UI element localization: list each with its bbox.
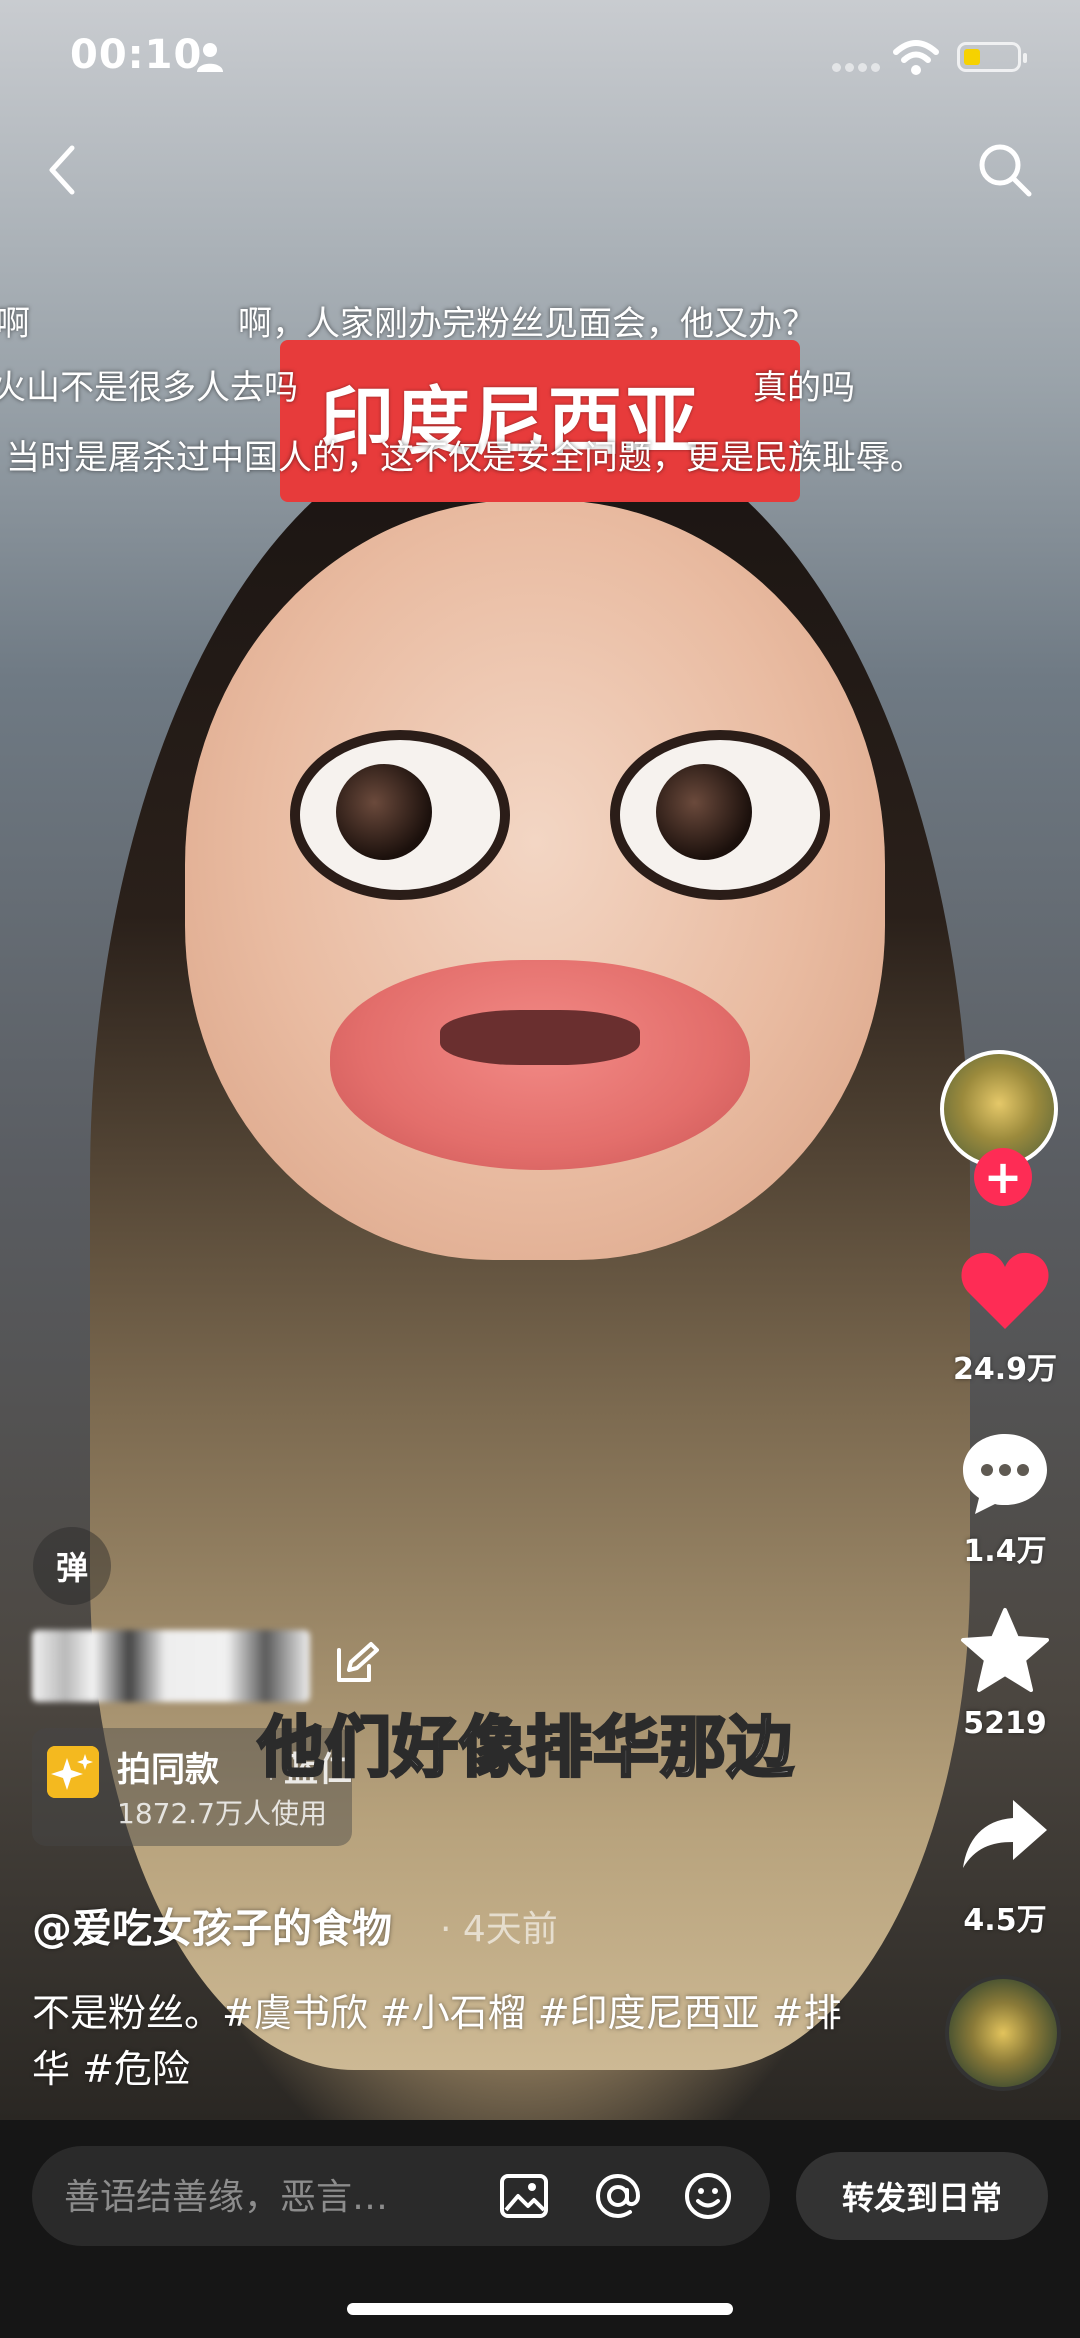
star-icon[interactable] — [957, 1606, 1053, 1696]
blurred-username — [32, 1630, 310, 1702]
plus-icon: + — [983, 1150, 1023, 1204]
danmaku-comment: 啊，人家刚办完粉丝见面会，他又办？ — [238, 304, 816, 344]
left-eye — [290, 730, 510, 900]
follow-plus-button[interactable]: + — [974, 1148, 1032, 1206]
share-icon[interactable] — [957, 1790, 1053, 1880]
edit-icon[interactable] — [333, 1640, 379, 1686]
post-time: · 4天前 — [440, 1909, 558, 1950]
danmaku-comment: 当时是屠杀过中国人的，这不仅是安全问题，更是民族耻辱。 — [6, 438, 924, 478]
heart-icon[interactable] — [957, 1245, 1053, 1335]
share-count: 4.5万 — [963, 1903, 1047, 1938]
template-title: 拍同款 — [117, 1750, 219, 1790]
comment-icon[interactable] — [957, 1428, 1053, 1518]
danmaku-comment: 真的吗 — [753, 368, 855, 408]
forward-to-daily-button[interactable]: 转发到日常 — [796, 2152, 1048, 2240]
person-icon — [197, 43, 223, 72]
mouth — [330, 960, 750, 1170]
comment-input[interactable] — [62, 2174, 466, 2220]
image-icon[interactable] — [498, 2170, 550, 2222]
danmaku-toggle-button[interactable]: 弹 — [33, 1527, 111, 1605]
danmaku-comment: 火山不是很多人去吗 — [0, 368, 298, 408]
comment-count: 1.4万 — [963, 1534, 1047, 1569]
back-arrow-icon[interactable] — [40, 140, 84, 200]
signal-icon — [832, 63, 880, 73]
status-bar: 00:10 — [0, 0, 1080, 120]
at-mention-icon[interactable] — [592, 2170, 644, 2222]
favorite-count: 5219 — [963, 1706, 1047, 1741]
template-users: 1872.7万人使用 — [117, 1797, 327, 1830]
search-icon[interactable] — [975, 140, 1035, 200]
wifi-icon — [893, 40, 939, 75]
home-indicator[interactable] — [347, 2303, 733, 2315]
post-description: 不是粉丝。#虞书欣 #小石榴 #印度尼西亚 #排华 #危险 — [32, 1991, 842, 2091]
danmaku-comment: 啊 — [0, 304, 30, 344]
music-disc[interactable] — [945, 1975, 1061, 2091]
like-count: 24.9万 — [952, 1352, 1058, 1387]
battery-icon — [957, 42, 1027, 72]
video-subtitle: 他们好像排华那边 — [257, 1708, 795, 1788]
emoji-icon[interactable] — [682, 2170, 734, 2222]
sparkle-icon — [47, 1746, 99, 1798]
video-screen[interactable]: 00:10 啊 啊，人家刚办完粉丝见面会，他又办？ 印度尼西亚 火山不是很多人去… — [0, 0, 1080, 2338]
status-time: 00:10 — [70, 32, 203, 78]
right-eye — [610, 730, 830, 900]
comment-box[interactable] — [32, 2146, 770, 2246]
author-name[interactable]: @爱吃女孩子的食物 — [32, 1896, 392, 1954]
